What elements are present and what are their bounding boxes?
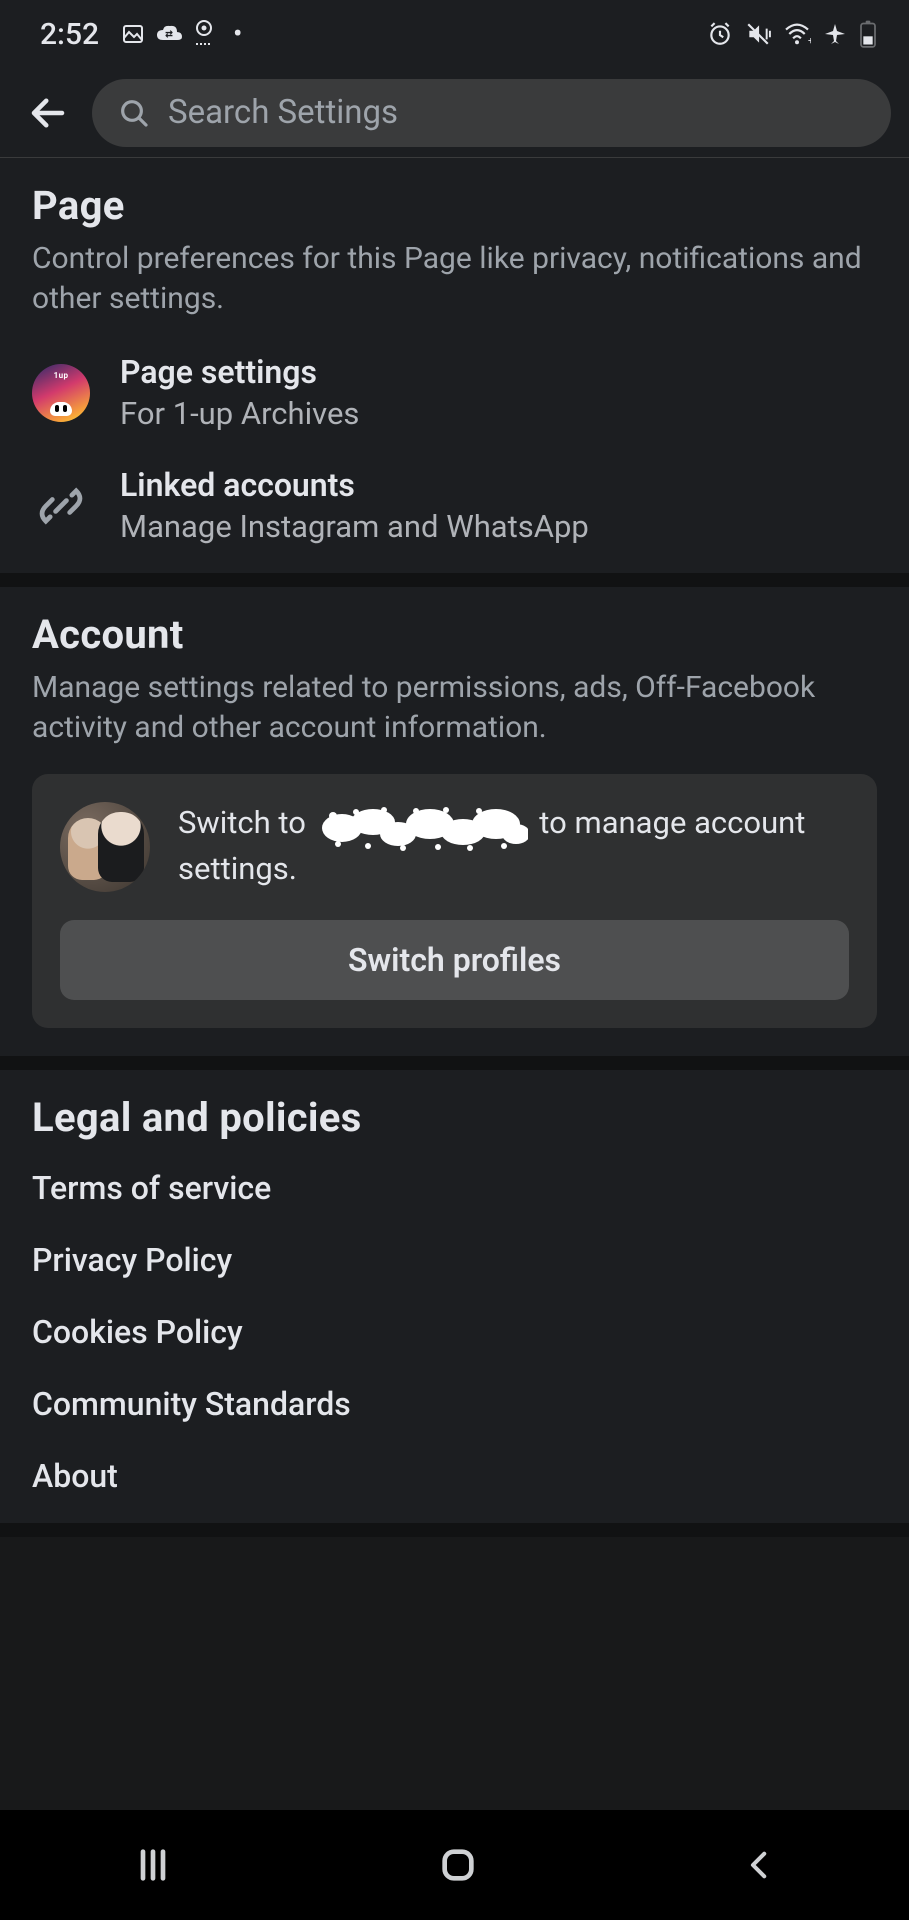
image-icon	[121, 22, 145, 46]
back-button[interactable]	[24, 89, 72, 137]
account-section-subtitle: Manage settings related to permissions, …	[32, 668, 877, 748]
linked-accounts-row[interactable]: Linked accounts Manage Instagram and Wha…	[32, 466, 877, 545]
switch-profile-message: Switch to	[178, 802, 849, 890]
page-section-title: Page	[32, 182, 877, 229]
svg-text:⇄: ⇄	[165, 30, 173, 40]
linked-accounts-label: Linked accounts	[120, 466, 589, 504]
wifi-icon: +	[783, 23, 811, 45]
battery-icon	[859, 20, 877, 48]
link-icon	[35, 480, 87, 532]
home-icon	[438, 1845, 478, 1885]
linked-accounts-sub: Manage Instagram and WhatsApp	[120, 508, 589, 545]
redacted-name-icon	[318, 802, 528, 854]
switch-profiles-button[interactable]: Switch profiles	[60, 920, 849, 1000]
account-section: Account Manage settings related to permi…	[0, 587, 909, 1056]
page-settings-sub: For 1-up Archives	[120, 395, 359, 432]
page-settings-row[interactable]: 1up Page settings For 1-up Archives	[32, 353, 877, 432]
page-avatar-label: 1up	[54, 371, 69, 380]
page-avatar-icon: 1up	[32, 364, 90, 422]
profile-dot-icon	[193, 20, 215, 48]
status-bar: 2:52 ⇄ • +	[0, 0, 909, 68]
page-section-subtitle: Control preferences for this Page like p…	[32, 239, 877, 319]
status-left-icons: ⇄ •	[121, 19, 242, 49]
profile-avatar	[60, 802, 150, 892]
settings-header: Search Settings	[0, 68, 909, 158]
alarm-icon	[707, 21, 733, 47]
recents-button[interactable]	[133, 1845, 173, 1885]
legal-section-title: Legal and policies	[32, 1094, 877, 1141]
recents-icon	[133, 1845, 173, 1885]
switch-profiles-button-label: Switch profiles	[348, 941, 561, 979]
svg-text:+: +	[808, 36, 811, 45]
chevron-left-icon	[743, 1845, 777, 1885]
vibrate-mute-icon	[745, 21, 771, 47]
airplane-icon	[823, 22, 847, 46]
terms-of-service-link[interactable]: Terms of service	[32, 1169, 877, 1207]
switch-msg-prefix: Switch to	[178, 804, 314, 841]
switch-profile-card: Switch to	[32, 774, 877, 1028]
status-time: 2:52	[40, 17, 99, 52]
cookies-policy-link[interactable]: Cookies Policy	[32, 1313, 877, 1351]
cloud-sync-icon: ⇄	[155, 24, 183, 44]
search-icon	[118, 97, 150, 129]
search-placeholder: Search Settings	[168, 93, 398, 132]
privacy-policy-link[interactable]: Privacy Policy	[32, 1241, 877, 1279]
search-input[interactable]: Search Settings	[92, 79, 891, 147]
account-section-title: Account	[32, 611, 877, 658]
page-section: Page Control preferences for this Page l…	[0, 158, 909, 573]
home-button[interactable]	[438, 1845, 478, 1885]
status-right-icons: +	[707, 20, 877, 48]
android-nav-bar	[0, 1810, 909, 1920]
page-settings-label: Page settings	[120, 353, 359, 391]
legal-section: Legal and policies Terms of service Priv…	[0, 1070, 909, 1523]
community-standards-link[interactable]: Community Standards	[32, 1385, 877, 1423]
nav-back-button[interactable]	[743, 1845, 777, 1885]
arrow-left-icon	[27, 92, 69, 134]
about-link[interactable]: About	[32, 1457, 877, 1495]
